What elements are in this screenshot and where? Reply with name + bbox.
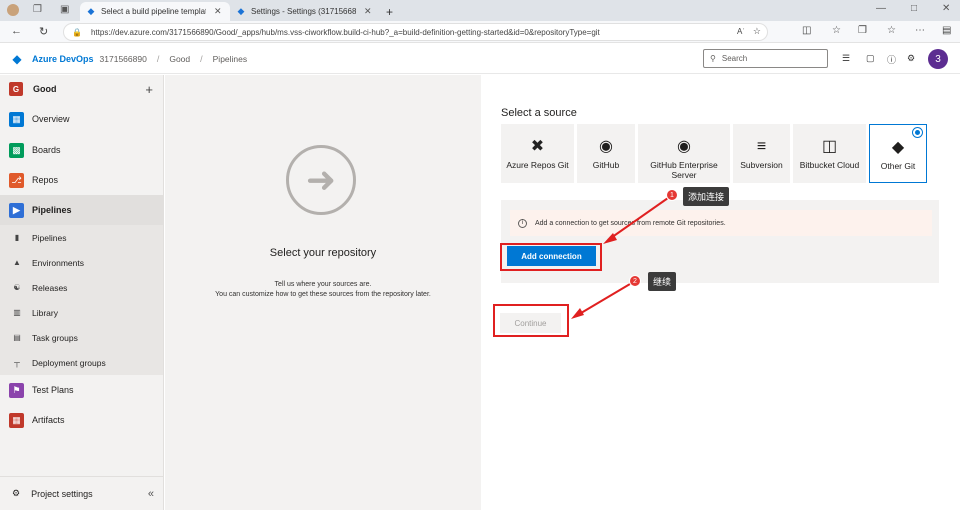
annotation-tooltip: 添加连接 (683, 187, 730, 206)
annotation-arrows (571, 197, 669, 319)
annotation-arrow-2 (575, 283, 631, 317)
annotation-step-number: 1 (666, 189, 678, 201)
annotation-step-number: 2 (629, 275, 641, 287)
annotation-arrowhead-2 (571, 308, 584, 319)
annotation-tooltip: 继续 (648, 272, 677, 291)
annotation-arrow-1 (607, 197, 669, 241)
